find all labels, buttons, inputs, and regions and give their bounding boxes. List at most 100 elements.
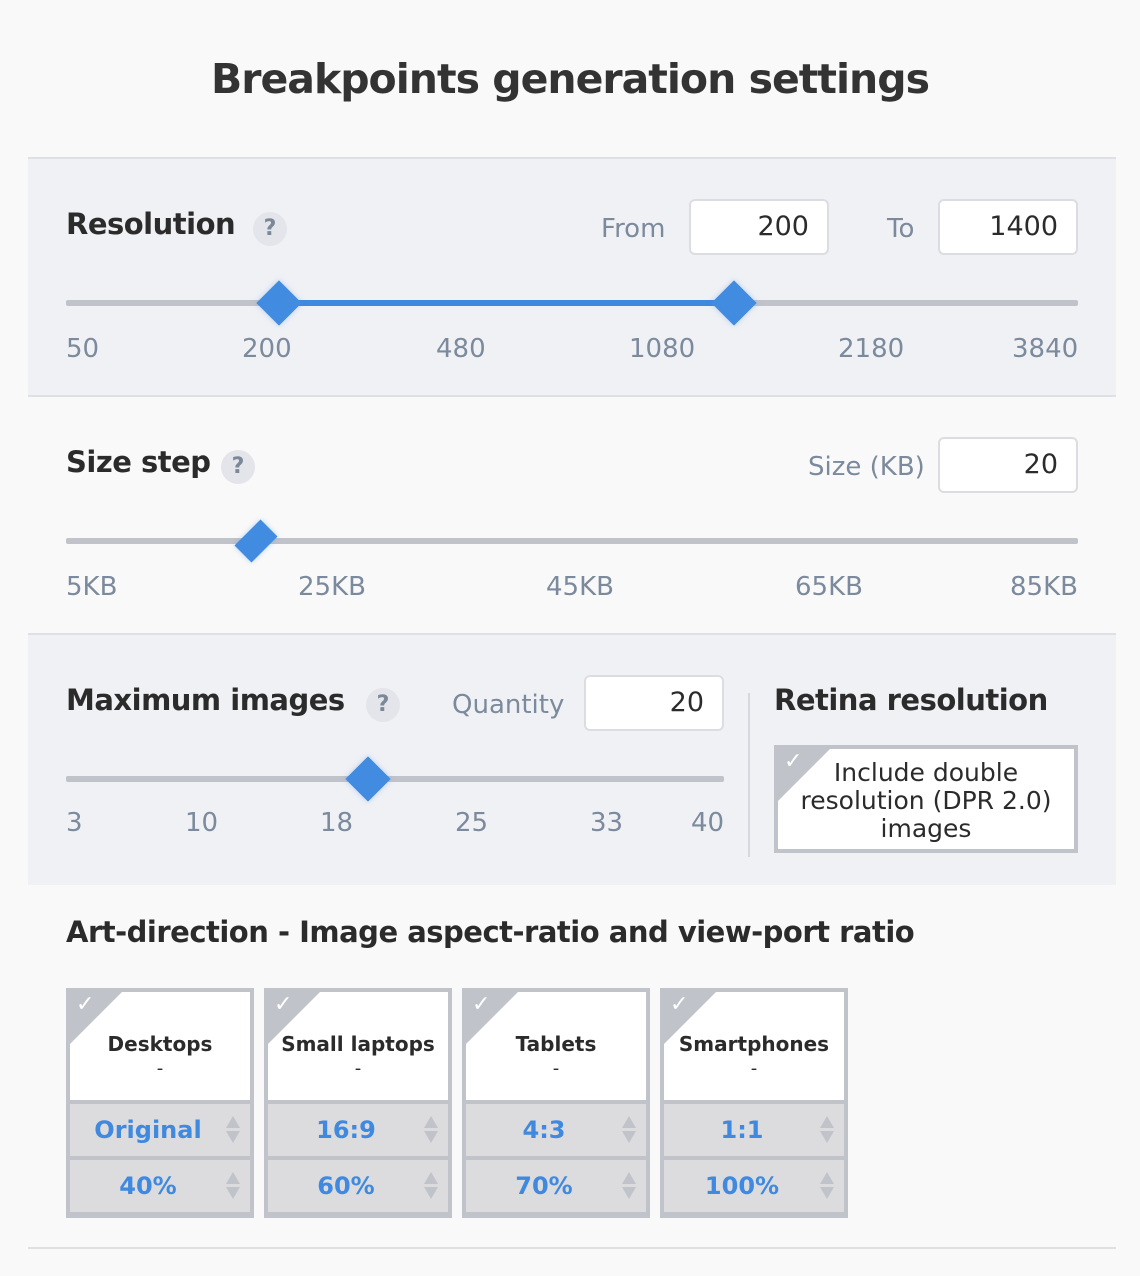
page-title: Breakpoints generation settings [211, 55, 930, 103]
tick-label: 2180 [838, 334, 905, 364]
check-icon: ✓ [274, 992, 293, 1017]
card-subtitle: - [156, 1058, 164, 1079]
tick-label: 25KB [298, 572, 366, 602]
arrow-down-icon[interactable] [424, 1187, 438, 1199]
tick-label: 25 [455, 808, 489, 838]
device-card-tablets[interactable]: ✓ Tablets - 4:3 70% [462, 988, 650, 1218]
aspect-ratio-value: 1:1 [720, 1116, 764, 1144]
arrow-up-icon[interactable] [226, 1172, 240, 1184]
maximum-images-section: Maximum images ? Quantity 20 3 10 18 25 … [28, 633, 1116, 887]
check-icon: ✓ [784, 749, 803, 774]
resolution-slider-track[interactable] [66, 300, 1078, 306]
card-subtitle: - [354, 1058, 362, 1079]
to-label: To [887, 214, 915, 244]
art-direction-title: Art-direction - Image aspect-ratio and v… [66, 915, 915, 949]
arrow-up-icon[interactable] [622, 1172, 636, 1184]
spinner-arrows[interactable] [820, 1114, 834, 1146]
card-subtitle: - [750, 1058, 758, 1079]
viewport-ratio-spinner[interactable]: 60% [268, 1160, 448, 1212]
card-header[interactable]: ✓ Desktops - [70, 992, 250, 1100]
size-step-help-icon[interactable]: ? [221, 450, 255, 484]
spinner-arrows[interactable] [226, 1114, 240, 1146]
maximum-images-slider-track[interactable] [66, 776, 724, 782]
tick-label: 18 [320, 808, 354, 838]
tick-label: 3 [66, 808, 83, 838]
size-step-thumb[interactable] [234, 519, 278, 563]
card-header[interactable]: ✓ Smartphones - [664, 992, 844, 1100]
spinner-arrows[interactable] [820, 1170, 834, 1202]
spinner-arrows[interactable] [622, 1170, 636, 1202]
aspect-ratio-spinner[interactable]: 1:1 [664, 1104, 844, 1156]
resolution-help-icon[interactable]: ? [253, 212, 287, 246]
check-icon: ✓ [76, 992, 95, 1017]
resolution-to-thumb[interactable] [711, 280, 757, 326]
aspect-ratio-value: 16:9 [316, 1116, 376, 1144]
quantity-label: Quantity [452, 690, 565, 720]
arrow-down-icon[interactable] [622, 1131, 636, 1143]
arrow-up-icon[interactable] [226, 1116, 240, 1128]
spinner-arrows[interactable] [226, 1170, 240, 1202]
card-subtitle: - [552, 1058, 560, 1079]
tick-label: 85KB [1010, 572, 1078, 602]
viewport-ratio-value: 100% [704, 1172, 780, 1200]
card-name: Smartphones [678, 1032, 830, 1056]
arrow-up-icon[interactable] [424, 1116, 438, 1128]
tick-label: 10 [185, 808, 219, 838]
to-input[interactable]: 1400 [938, 199, 1078, 255]
device-card-small-laptops[interactable]: ✓ Small laptops - 16:9 60% [264, 988, 452, 1218]
vertical-divider [748, 693, 750, 857]
arrow-down-icon[interactable] [424, 1131, 438, 1143]
check-icon: ✓ [472, 992, 491, 1017]
art-direction-section: Art-direction - Image aspect-ratio and v… [28, 885, 1116, 1249]
tick-label: 33 [590, 808, 624, 838]
retina-checkbox[interactable]: ✓ Include double resolution (DPR 2.0) im… [774, 745, 1078, 853]
tick-label: 3840 [1012, 334, 1079, 364]
tick-label: 200 [242, 334, 292, 364]
maximum-images-help-icon[interactable]: ? [366, 688, 400, 722]
arrow-up-icon[interactable] [622, 1116, 636, 1128]
resolution-section: Resolution ? From 200 To 1400 50 200 480… [28, 157, 1116, 397]
tick-label: 65KB [795, 572, 863, 602]
size-step-title: Size step [66, 445, 211, 479]
quantity-input[interactable]: 20 [584, 675, 724, 731]
spinner-arrows[interactable] [424, 1170, 438, 1202]
size-kb-input[interactable]: 20 [938, 437, 1078, 493]
maximum-images-thumb[interactable] [345, 756, 391, 802]
maximum-images-title: Maximum images [66, 683, 345, 717]
aspect-ratio-value: 4:3 [522, 1116, 566, 1144]
viewport-ratio-spinner[interactable]: 70% [466, 1160, 646, 1212]
size-step-section: Size step ? Size (KB) 20 5KB 25KB 45KB 6… [28, 395, 1116, 635]
device-card-smartphones[interactable]: ✓ Smartphones - 1:1 100% [660, 988, 848, 1218]
from-input[interactable]: 200 [689, 199, 829, 255]
from-label: From [601, 214, 666, 244]
arrow-down-icon[interactable] [820, 1131, 834, 1143]
tick-label: 50 [66, 334, 100, 364]
card-name: Small laptops [281, 1032, 435, 1056]
tick-label: 40 [691, 808, 725, 838]
aspect-ratio-spinner[interactable]: 16:9 [268, 1104, 448, 1156]
aspect-ratio-spinner[interactable]: Original [70, 1104, 250, 1156]
card-name: Tablets [515, 1032, 597, 1056]
aspect-ratio-value: Original [94, 1116, 202, 1144]
viewport-ratio-spinner[interactable]: 40% [70, 1160, 250, 1212]
card-header[interactable]: ✓ Tablets - [466, 992, 646, 1100]
arrow-down-icon[interactable] [226, 1187, 240, 1199]
viewport-ratio-value: 70% [515, 1172, 573, 1200]
tick-label: 45KB [546, 572, 614, 602]
viewport-ratio-spinner[interactable]: 100% [664, 1160, 844, 1212]
arrow-down-icon[interactable] [622, 1187, 636, 1199]
arrow-up-icon[interactable] [820, 1172, 834, 1184]
spinner-arrows[interactable] [424, 1114, 438, 1146]
arrow-down-icon[interactable] [820, 1187, 834, 1199]
card-header[interactable]: ✓ Small laptops - [268, 992, 448, 1100]
aspect-ratio-spinner[interactable]: 4:3 [466, 1104, 646, 1156]
tick-label: 5KB [66, 572, 118, 602]
spinner-arrows[interactable] [622, 1114, 636, 1146]
viewport-ratio-value: 60% [317, 1172, 375, 1200]
resolution-from-thumb[interactable] [255, 280, 302, 326]
device-card-desktops[interactable]: ✓ Desktops - Original 40% [66, 988, 254, 1218]
arrow-up-icon[interactable] [820, 1116, 834, 1128]
arrow-down-icon[interactable] [226, 1131, 240, 1143]
size-step-slider-track[interactable] [66, 538, 1078, 544]
arrow-up-icon[interactable] [424, 1172, 438, 1184]
